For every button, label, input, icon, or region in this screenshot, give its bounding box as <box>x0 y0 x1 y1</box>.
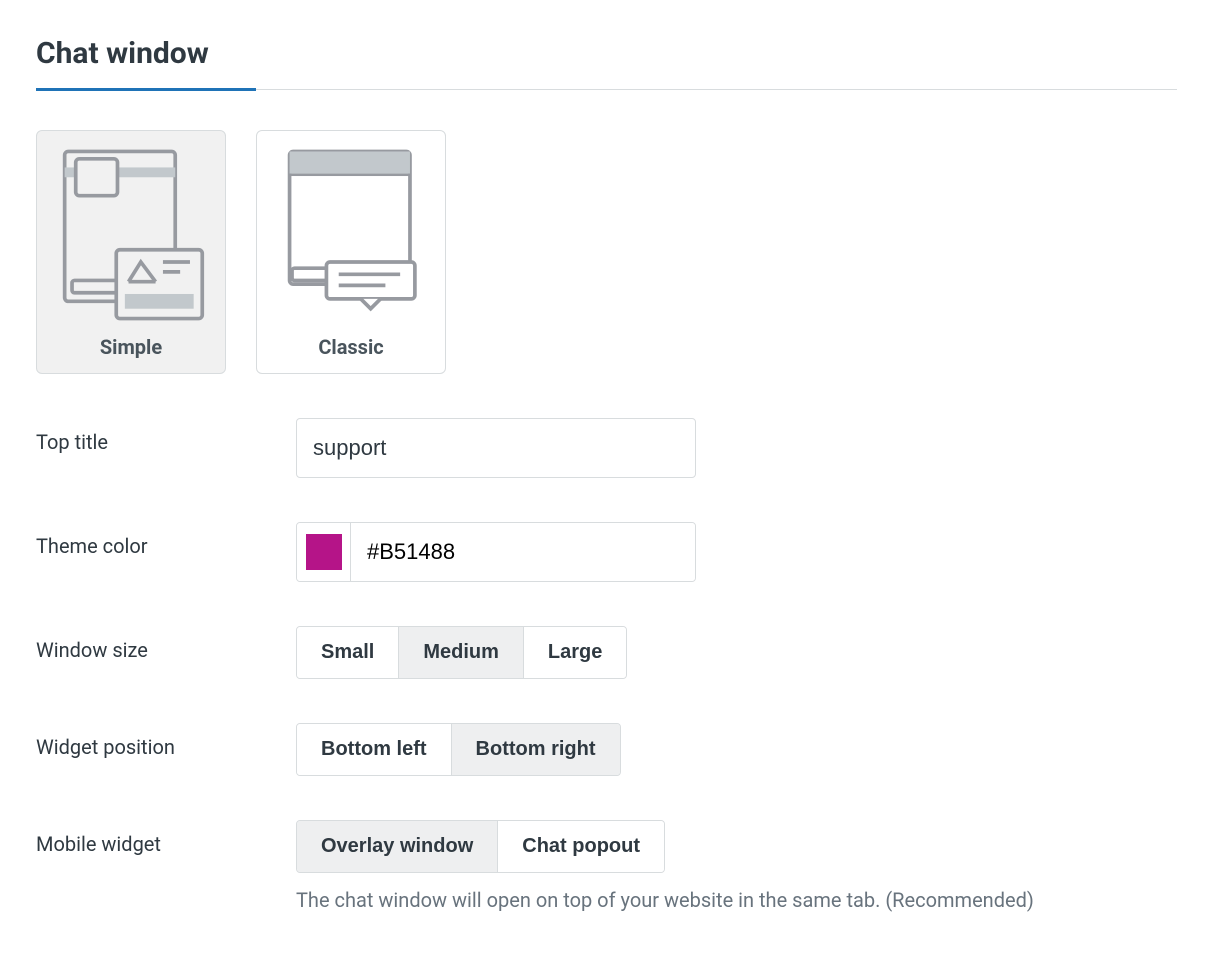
theme-option-simple-label: Simple <box>100 335 162 359</box>
window-size-label: Window size <box>36 626 296 662</box>
section-divider <box>36 89 1177 90</box>
theme-color-label: Theme color <box>36 522 296 558</box>
section-title: Chat window <box>36 36 1177 89</box>
widget-position-option-left[interactable]: Bottom left <box>297 724 452 775</box>
mobile-widget-label: Mobile widget <box>36 820 296 856</box>
theme-color-swatch[interactable] <box>297 523 351 581</box>
theme-color-input[interactable] <box>351 523 695 581</box>
theme-option-classic[interactable]: Classic <box>256 130 446 374</box>
theme-simple-icon <box>56 149 206 321</box>
window-size-group: Small Medium Large <box>296 626 627 679</box>
window-size-option-medium[interactable]: Medium <box>399 627 524 678</box>
top-title-label: Top title <box>36 418 296 454</box>
theme-selector: Simple Classic <box>36 130 1177 374</box>
window-size-option-large[interactable]: Large <box>524 627 626 678</box>
color-swatch-icon <box>306 534 342 570</box>
widget-position-label: Widget position <box>36 723 296 759</box>
theme-color-field <box>296 522 696 582</box>
window-size-option-small[interactable]: Small <box>297 627 399 678</box>
theme-option-simple[interactable]: Simple <box>36 130 226 374</box>
widget-position-group: Bottom left Bottom right <box>296 723 621 776</box>
mobile-widget-option-popout[interactable]: Chat popout <box>498 821 664 872</box>
mobile-widget-help: The chat window will open on top of your… <box>296 885 1034 915</box>
widget-position-option-right[interactable]: Bottom right <box>452 724 620 775</box>
theme-option-classic-label: Classic <box>318 335 383 359</box>
top-title-input[interactable] <box>296 418 696 478</box>
mobile-widget-group: Overlay window Chat popout <box>296 820 665 873</box>
mobile-widget-option-overlay[interactable]: Overlay window <box>297 821 498 872</box>
theme-classic-icon <box>276 149 426 321</box>
